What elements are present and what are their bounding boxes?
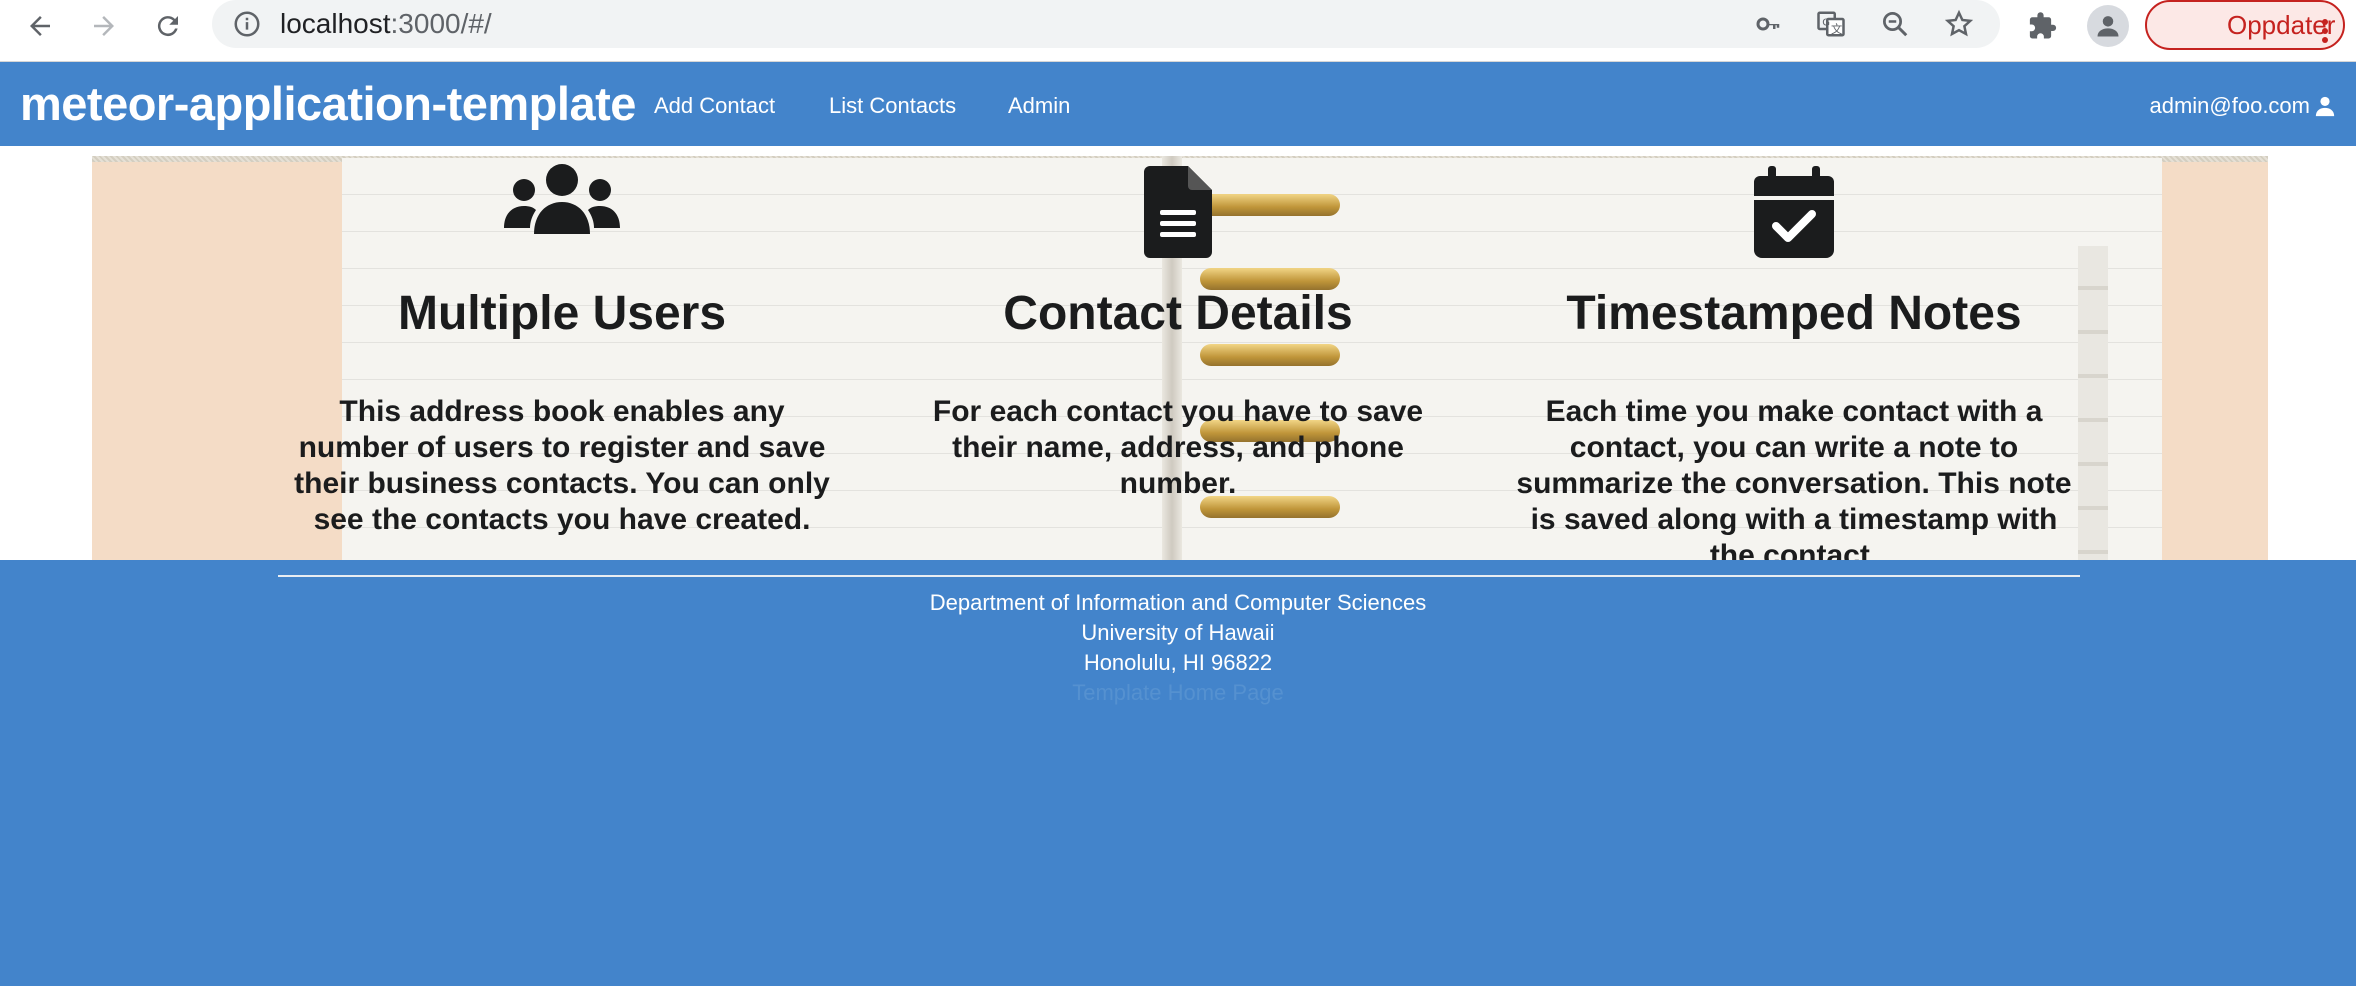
feature-title: Contact Details <box>1003 287 1353 340</box>
svg-text:G: G <box>1822 17 1830 28</box>
user-icon <box>2315 96 2335 117</box>
nav-add-contact[interactable]: Add Contact <box>654 93 775 119</box>
footer-university: University of Hawaii <box>1081 620 1275 645</box>
url-path: :3000/#/ <box>390 8 492 39</box>
zoom-out-icon[interactable] <box>1879 8 1911 40</box>
arrow-right-icon <box>94 16 114 36</box>
url-text[interactable]: localhost:3000/#/ <box>280 8 492 40</box>
person-icon <box>2097 16 2119 37</box>
reload-button[interactable] <box>148 6 188 46</box>
translate-icon[interactable]: G文 <box>1815 8 1847 40</box>
brand-link[interactable]: meteor-application-template <box>20 76 636 131</box>
puzzle-icon <box>2029 12 2057 39</box>
info-icon[interactable] <box>232 9 262 44</box>
update-button[interactable]: Oppdater <box>2145 0 2345 50</box>
profile-button[interactable] <box>2087 5 2129 47</box>
arrow-left-icon <box>30 16 50 36</box>
nav-admin[interactable]: Admin <box>1008 93 1070 119</box>
footer-address: Honolulu, HI 96822 <box>1083 650 1273 675</box>
user-dropdown[interactable]: admin@foo.com <box>2149 93 2336 119</box>
footer-home-link[interactable]: Template Home Page <box>0 678 2356 708</box>
svg-text:文: 文 <box>1831 22 1842 36</box>
footer-department: Department of Information and Computer S… <box>929 590 1427 615</box>
app-navbar: meteor-application-template Add Contact … <box>0 62 2356 146</box>
file-icon <box>898 166 1458 258</box>
landing-hero: Multiple Users This address book enables… <box>0 146 2356 560</box>
feature-text: For each contact you have to save their … <box>932 395 1424 500</box>
feature-title: Multiple Users <box>397 287 727 340</box>
extensions-button[interactable] <box>2023 6 2063 46</box>
bookmark-star-icon[interactable] <box>1943 8 1975 40</box>
footer-divider <box>278 575 2080 577</box>
reload-icon <box>157 16 178 37</box>
nav-list-contacts[interactable]: List Contacts <box>829 93 956 119</box>
feature-text: Each time you make contact with a contac… <box>1516 395 2072 560</box>
forward-button[interactable] <box>84 6 124 46</box>
users-icon <box>282 162 842 234</box>
browser-toolbar: localhost:3000/#/ G文 Oppdater <box>0 0 2356 62</box>
address-bar[interactable]: localhost:3000/#/ G文 <box>212 0 2000 48</box>
user-email: admin@foo.com <box>2149 93 2310 118</box>
feature-title: Timestamped Notes <box>1566 287 2022 340</box>
calendar-check-icon <box>1514 166 2074 258</box>
key-icon[interactable] <box>1752 8 1784 40</box>
footer: Department of Information and Computer S… <box>0 588 2356 708</box>
more-vert-icon[interactable] <box>2321 12 2329 58</box>
url-host: localhost <box>280 8 391 39</box>
update-label: Oppdater <box>2227 10 2336 40</box>
feature-text: This address book enables any number of … <box>294 395 830 536</box>
back-button[interactable] <box>20 6 60 46</box>
